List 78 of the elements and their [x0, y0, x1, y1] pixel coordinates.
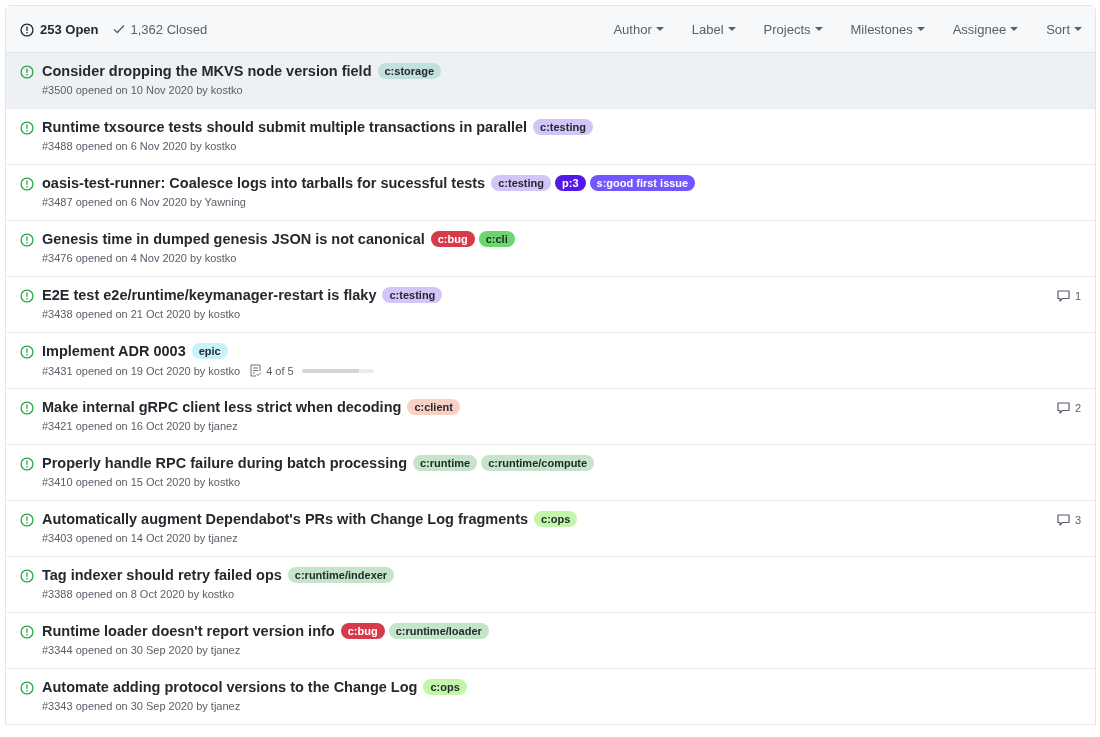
issue-meta: #3500 opened on 10 Nov 2020 by kostko [42, 84, 243, 96]
closed-issues-link[interactable]: 1,362 Closed [112, 21, 208, 37]
issue-label[interactable]: c:cli [478, 231, 515, 247]
issue-title[interactable]: oasis-test-runner: Coalesce logs into tarballs for sucessful tests [42, 175, 486, 191]
issue-title[interactable]: Consider dropping the MKVS node version field [42, 63, 372, 79]
issue-meta: #3410 opened on 15 Oct 2020 by kostko [42, 476, 241, 488]
issue-title[interactable]: Make internal gRPC client less strict when decoding [42, 399, 402, 415]
comment-icon [1056, 514, 1070, 526]
issue-meta: #3476 opened on 4 Nov 2020 by kostko [42, 252, 237, 264]
open-issue-icon [20, 625, 34, 639]
open-issue-icon [20, 121, 34, 135]
open-issues-link[interactable]: 253 Open [20, 21, 99, 37]
caret-icon [1074, 27, 1082, 31]
comment-count-link[interactable]: 1 [1056, 287, 1081, 304]
open-issue-icon [20, 513, 34, 527]
issue-title[interactable]: E2E test e2e/runtime/keymanager-restart is flaky [42, 287, 377, 303]
issue-label[interactable]: c:runtime/indexer [287, 567, 395, 583]
open-issue-icon [20, 65, 34, 79]
issue-label[interactable]: epic [191, 343, 228, 359]
issue-title[interactable]: Runtime loader doesn't report version info [42, 623, 335, 639]
caret-icon [814, 27, 823, 31]
comment-icon [1056, 402, 1070, 414]
task-count: 4 of 5 [266, 364, 294, 377]
comment-icon [1056, 290, 1070, 302]
filter-dropdown[interactable]: Author [613, 21, 664, 37]
issue-label[interactable]: c:bug [430, 231, 475, 247]
caret-icon [655, 27, 664, 31]
filter-dropdown[interactable]: Assignee [952, 21, 1019, 37]
issue-title[interactable]: Automatically augment Dependabot's PRs with Change Log fragments [42, 511, 529, 527]
open-issue-icon [20, 289, 34, 303]
comment-count-link[interactable]: 3 [1056, 511, 1081, 528]
comment-count-link[interactable]: 2 [1056, 399, 1081, 416]
issue-meta: #3344 opened on 30 Sep 2020 by tjanez [42, 644, 241, 656]
issue-label[interactable]: p:3 [555, 175, 586, 191]
open-issue-icon [20, 345, 34, 359]
issue-label[interactable]: c:ops [423, 679, 467, 695]
issue-label[interactable]: c:runtime/loader [388, 623, 489, 639]
filter-dropdown[interactable]: Label [691, 21, 736, 37]
issue-label[interactable]: c:runtime/compute [481, 455, 595, 471]
open-issue-icon [20, 177, 34, 191]
checklist-icon [250, 364, 263, 377]
issue-title[interactable]: Runtime txsource tests should submit multiple transactions in parallel [42, 119, 528, 135]
issue-meta: #3431 opened on 19 Oct 2020 by kostko [42, 364, 241, 377]
issue-label[interactable]: s:good first issue [589, 175, 696, 191]
issue-meta: #3438 opened on 21 Oct 2020 by kostko [42, 308, 241, 320]
issue-label[interactable]: c:client [407, 399, 460, 415]
issue-title[interactable]: Genesis time in dumped genesis JSON is not canonical [42, 231, 425, 247]
issue-row[interactable]: Consider dropping the MKVS node version field c:storage #3500 opened on 10 Nov 2020 by kostko [6, 53, 1095, 109]
caret-icon [916, 27, 925, 31]
filter-dropdown[interactable]: Milestones [850, 21, 925, 37]
issue-label[interactable]: c:ops [534, 511, 578, 527]
filter-dropdown[interactable]: Sort [1046, 21, 1082, 37]
issue-title[interactable]: Tag indexer should retry failed ops [42, 567, 282, 583]
filter-dropdown[interactable]: Projects [763, 21, 823, 37]
issue-meta: #3343 opened on 30 Sep 2020 by tjanez [42, 700, 241, 712]
open-issue-icon [20, 233, 34, 247]
issue-icon [20, 23, 34, 37]
open-issue-icon [20, 569, 34, 583]
issue-label[interactable]: c:bug [340, 623, 385, 639]
issue-meta: #3403 opened on 14 Oct 2020 by tjanez [42, 532, 238, 544]
open-issue-icon [20, 681, 34, 695]
issue-title[interactable]: Implement ADR 0003 [42, 343, 186, 359]
check-icon [112, 24, 125, 34]
issue-label[interactable]: c:testing [491, 175, 552, 191]
issue-meta: #3488 opened on 6 Nov 2020 by kostko [42, 140, 237, 152]
caret-icon [727, 27, 736, 31]
open-issue-icon [20, 457, 34, 471]
issue-label[interactable]: c:testing [382, 287, 443, 303]
caret-icon [1010, 27, 1019, 31]
issue-meta: #3487 opened on 6 Nov 2020 by Yawning [42, 196, 246, 208]
issue-title[interactable]: Automate adding protocol versions to the Change Log [42, 679, 418, 695]
issue-title[interactable]: Properly handle RPC failure during batch processing [42, 455, 407, 471]
open-issue-icon [20, 401, 34, 415]
issue-label[interactable]: c:storage [377, 63, 442, 79]
issue-meta: #3388 opened on 8 Oct 2020 by kostko [42, 588, 235, 600]
issue-meta: #3421 opened on 16 Oct 2020 by tjanez [42, 420, 238, 432]
issue-label[interactable]: c:runtime [413, 455, 478, 471]
issue-label[interactable]: c:testing [533, 119, 593, 135]
